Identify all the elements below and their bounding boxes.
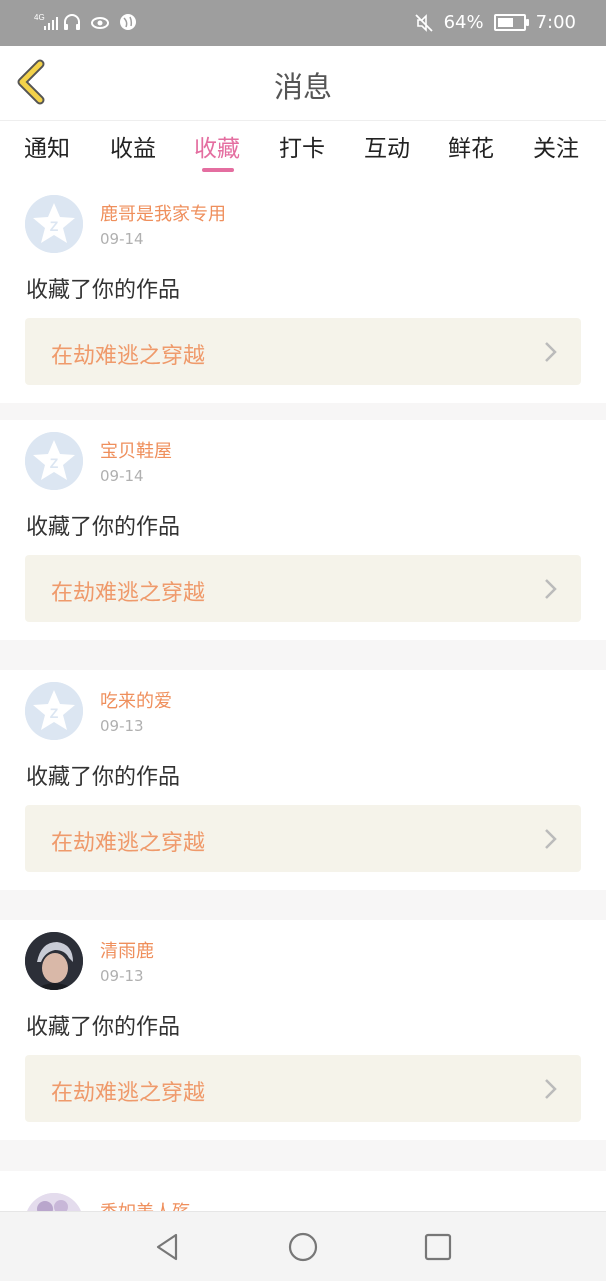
list-item: Z 鹿哥是我家专用 09-14 收藏了你的作品 在劫难逃之穿越 xyxy=(0,183,606,403)
clock: 7:00 xyxy=(535,12,576,33)
tab-follow[interactable]: 关注 xyxy=(533,129,579,163)
photo-avatar[interactable] xyxy=(25,1193,83,1211)
date: 09-13 xyxy=(100,967,144,985)
work-title: 在劫难逃之穿越 xyxy=(51,1081,206,1106)
work-title: 在劫难逃之穿越 xyxy=(51,344,206,369)
action-text: 收藏了你的作品 xyxy=(26,1015,181,1040)
system-nav-bar xyxy=(0,1211,606,1281)
username[interactable]: 吃来的爱 xyxy=(100,687,172,713)
list-item: 清雨鹿 09-13 收藏了你的作品 在劫难逃之穿越 xyxy=(0,920,606,1140)
tab-favorites[interactable]: 收藏 xyxy=(194,129,240,163)
action-text: 收藏了你的作品 xyxy=(26,765,181,790)
status-bar: 4G 64% 7:00 xyxy=(0,0,606,46)
back-triangle-icon[interactable] xyxy=(152,1230,186,1264)
mute-icon xyxy=(414,13,434,33)
signal-icon: 4G xyxy=(34,12,58,32)
chevron-right-icon xyxy=(545,829,557,849)
photo-avatar[interactable] xyxy=(25,932,83,990)
header-bar: 消息 xyxy=(0,46,606,121)
username[interactable]: 鹿哥是我家专用 xyxy=(100,200,226,226)
tab-earnings[interactable]: 收益 xyxy=(110,129,156,163)
date: 09-14 xyxy=(100,467,144,485)
svg-text:Z: Z xyxy=(50,218,59,234)
work-link[interactable]: 在劫难逃之穿越 xyxy=(25,555,581,622)
list-item: 秀如美人殇 xyxy=(0,1171,606,1211)
default-avatar-icon[interactable]: Z xyxy=(25,432,83,490)
tab-interaction[interactable]: 互动 xyxy=(364,129,410,163)
headset-icon xyxy=(62,12,82,32)
eye-icon xyxy=(90,12,110,32)
tab-flowers[interactable]: 鲜花 xyxy=(448,129,494,163)
battery-icon xyxy=(493,14,529,31)
action-text: 收藏了你的作品 xyxy=(26,515,181,540)
globe-icon xyxy=(118,12,138,32)
list-item: Z 宝贝鞋屋 09-14 收藏了你的作品 在劫难逃之穿越 xyxy=(0,420,606,640)
action-text: 收藏了你的作品 xyxy=(26,278,181,303)
svg-text:4G: 4G xyxy=(34,13,45,22)
tab-notifications[interactable]: 通知 xyxy=(24,129,70,163)
default-avatar-icon[interactable]: Z xyxy=(25,682,83,740)
chevron-right-icon xyxy=(545,579,557,599)
default-avatar-icon[interactable]: Z xyxy=(25,195,83,253)
list-item: Z 吃来的爱 09-13 收藏了你的作品 在劫难逃之穿越 xyxy=(0,670,606,890)
date: 09-14 xyxy=(100,230,144,248)
work-title: 在劫难逃之穿越 xyxy=(51,831,206,856)
tab-checkin[interactable]: 打卡 xyxy=(279,129,325,163)
work-link[interactable]: 在劫难逃之穿越 xyxy=(25,318,581,385)
tab-bar: 通知 收益 收藏 打卡 互动 鲜花 关注 xyxy=(0,121,606,183)
username[interactable]: 宝贝鞋屋 xyxy=(100,437,172,463)
svg-text:Z: Z xyxy=(50,705,59,721)
page-title: 消息 xyxy=(273,70,332,104)
chevron-right-icon xyxy=(545,342,557,362)
work-link[interactable]: 在劫难逃之穿越 xyxy=(25,805,581,872)
username[interactable]: 秀如美人殇 xyxy=(100,1198,190,1211)
username[interactable]: 清雨鹿 xyxy=(100,937,154,963)
date: 09-13 xyxy=(100,717,144,735)
battery-percent: 64% xyxy=(443,12,484,33)
recents-square-icon[interactable] xyxy=(421,1230,455,1264)
home-circle-icon[interactable] xyxy=(286,1230,320,1264)
svg-text:Z: Z xyxy=(50,455,59,471)
work-link[interactable]: 在劫难逃之穿越 xyxy=(25,1055,581,1122)
work-title: 在劫难逃之穿越 xyxy=(51,581,206,606)
active-tab-indicator xyxy=(202,168,234,172)
chevron-right-icon xyxy=(545,1079,557,1099)
